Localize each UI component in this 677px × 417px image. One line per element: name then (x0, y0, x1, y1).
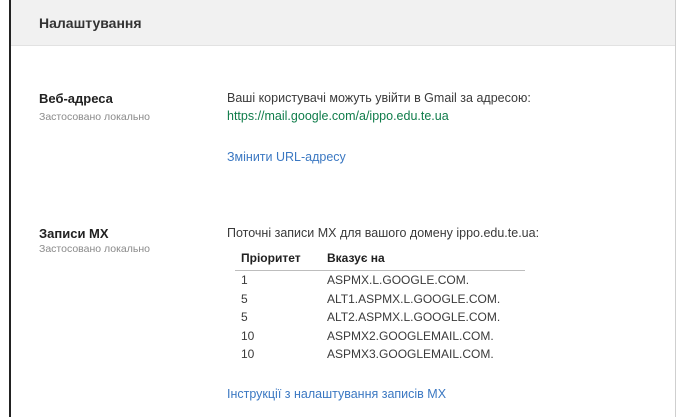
page-title: Налаштування (39, 15, 142, 31)
mx-priority: 5 (241, 310, 248, 325)
mx-host: ASPMX2.GOOGLEMAIL.COM. (327, 328, 494, 343)
web-address-description: Ваші користувачі можуть увійти в Gmail з… (227, 91, 531, 105)
mx-records-table: Пріоритет Вказує на 1 ASPMX.L.GOOGLE.COM… (235, 250, 525, 364)
left-border (9, 0, 11, 417)
web-address-status: Застосовано локально (39, 111, 151, 123)
settings-header: Налаштування (11, 0, 675, 46)
mx-setup-instructions-link[interactable]: Інструкції з налаштування записів MX (227, 387, 446, 401)
table-row: 10 ASPMX2.GOOGLEMAIL.COM. (235, 327, 525, 346)
column-header-priority: Пріоритет (235, 250, 321, 271)
table-row: 5 ALT2.ASPMX.L.GOOGLE.COM. (235, 308, 525, 327)
right-border (675, 0, 676, 417)
mx-host: ALT1.ASPMX.L.GOOGLE.COM. (327, 291, 501, 306)
gmail-url: https://mail.google.com/a/ippo.edu.te.ua (227, 109, 449, 123)
column-header-points-to: Вказує на (321, 250, 525, 271)
mx-priority: 10 (241, 328, 255, 343)
table-row: 10 ASPMX3.GOOGLEMAIL.COM. (235, 345, 525, 364)
mx-host: ALT2.ASPMX.L.GOOGLE.COM. (327, 310, 501, 325)
mx-priority: 1 (241, 273, 248, 288)
mx-records-title: Записи MX (39, 226, 109, 241)
mx-records-status: Застосовано локально (39, 243, 151, 255)
web-address-title: Веб-адреса (39, 91, 113, 106)
table-row: 5 ALT1.ASPMX.L.GOOGLE.COM. (235, 290, 525, 309)
table-header-row: Пріоритет Вказує на (235, 250, 525, 271)
mx-host: ASPMX3.GOOGLEMAIL.COM. (327, 347, 494, 362)
mx-priority: 5 (241, 291, 248, 306)
mx-priority: 10 (241, 347, 255, 362)
table-row: 1 ASPMX.L.GOOGLE.COM. (235, 271, 525, 290)
mx-host: ASPMX.L.GOOGLE.COM. (327, 273, 470, 288)
mx-records-description: Поточні записи MX для вашого домену ippo… (227, 226, 540, 240)
change-url-link[interactable]: Змінити URL-адресу (227, 150, 346, 164)
settings-page: Налаштування Веб-адреса Застосовано лока… (0, 0, 677, 417)
